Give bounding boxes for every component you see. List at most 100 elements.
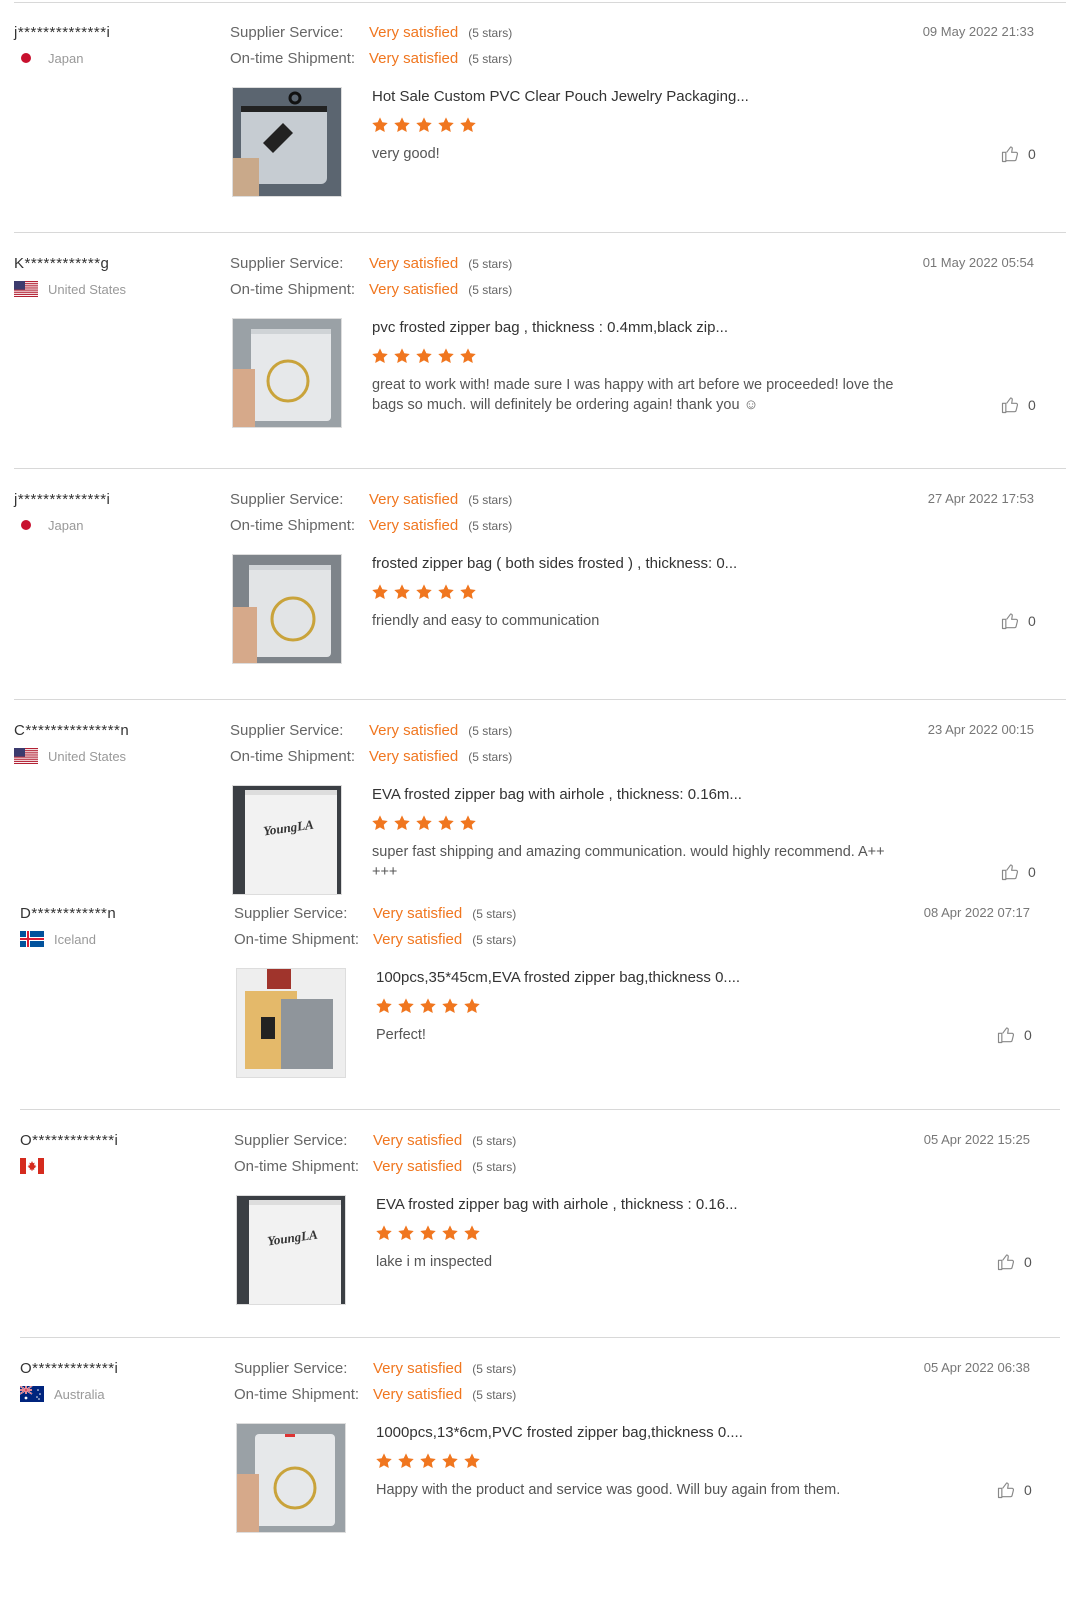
like-button[interactable]: 0 <box>996 1025 1032 1045</box>
star-icon <box>437 347 455 365</box>
review-comment: super fast shipping and amazing communic… <box>372 844 885 880</box>
star-icon <box>459 347 477 365</box>
star-icon <box>419 997 437 1015</box>
like-button[interactable]: 0 <box>1000 611 1036 631</box>
product-title-link[interactable]: EVA frosted zipper bag with airhole , th… <box>376 1196 738 1213</box>
on-time-shipment-row: On-time Shipment: Very satisfied (5 star… <box>230 50 512 67</box>
product-thumbnail[interactable] <box>232 554 342 664</box>
product-title-link[interactable]: EVA frosted zipper bag with airhole , th… <box>372 786 742 803</box>
thumbs-up-icon <box>996 1025 1024 1045</box>
star-icon <box>441 1224 459 1242</box>
on-time-shipment-row: On-time Shipment: Very satisfied (5 star… <box>234 931 516 948</box>
on-time-shipment-row: On-time Shipment: Very satisfied (5 star… <box>230 281 512 298</box>
product-title-link[interactable]: frosted zipper bag ( both sides frosted … <box>372 555 737 572</box>
product-thumbnail[interactable]: YoungLA <box>236 1195 346 1305</box>
on-time-shipment-row: On-time Shipment: Very satisfied (5 star… <box>234 1158 516 1175</box>
like-count: 0 <box>1028 146 1036 162</box>
star-rating <box>371 814 477 832</box>
supplier-service-stars: (5 stars) <box>472 1134 517 1148</box>
buyer-country: Iceland <box>20 931 96 947</box>
on-time-shipment-stars: (5 stars) <box>472 1388 517 1402</box>
iceland-flag-icon <box>20 931 44 947</box>
review-comment: great to work with! made sure I was happ… <box>372 377 894 413</box>
on-time-shipment-label: On-time Shipment: <box>230 281 356 298</box>
on-time-shipment-stars: (5 stars) <box>468 52 513 66</box>
supplier-service-stars: (5 stars) <box>468 493 513 507</box>
on-time-shipment-value: Very satisfied <box>369 517 459 534</box>
on-time-shipment-value: Very satisfied <box>373 1386 463 1403</box>
product-title-link[interactable]: pvc frosted zipper bag , thickness : 0.4… <box>372 319 728 336</box>
supplier-service-value: Very satisfied <box>369 255 459 272</box>
supplier-service-row: Supplier Service: Very satisfied (5 star… <box>234 1132 516 1149</box>
product-title-link[interactable]: 1000pcs,13*6cm,PVC frosted zipper bag,th… <box>376 1424 743 1441</box>
thumbs-up-icon <box>1000 611 1028 631</box>
like-button[interactable]: 0 <box>1000 395 1036 415</box>
star-icon <box>437 583 455 601</box>
supplier-service-value: Very satisfied <box>369 722 459 739</box>
star-icon <box>397 1224 415 1242</box>
like-button[interactable]: 0 <box>1000 144 1036 164</box>
product-thumbnail[interactable]: YoungLA <box>232 785 342 895</box>
star-icon <box>463 1224 481 1242</box>
supplier-service-row: Supplier Service: Very satisfied (5 star… <box>234 905 516 922</box>
product-thumbnail[interactable] <box>236 968 346 1078</box>
supplier-service-value: Very satisfied <box>369 24 459 41</box>
product-title-link[interactable]: 100pcs,35*45cm,EVA frosted zipper bag,th… <box>376 969 740 986</box>
buyer-country: United States <box>14 281 126 297</box>
buyer-name: K************g <box>14 255 110 272</box>
on-time-shipment-label: On-time Shipment: <box>234 1158 360 1175</box>
buyer-name: j**************i <box>14 24 111 41</box>
buyer-name: C***************n <box>14 722 130 739</box>
star-icon <box>375 997 393 1015</box>
product-thumbnail[interactable] <box>232 318 342 428</box>
supplier-service-label: Supplier Service: <box>230 255 344 272</box>
star-icon <box>459 116 477 134</box>
review-divider <box>14 2 1066 3</box>
like-button[interactable]: 0 <box>996 1252 1032 1272</box>
star-icon <box>437 814 455 832</box>
supplier-service-label: Supplier Service: <box>230 24 344 41</box>
product-thumbnail[interactable] <box>236 1423 346 1533</box>
supplier-service-row: Supplier Service: Very satisfied (5 star… <box>230 722 512 739</box>
star-icon <box>419 1452 437 1470</box>
star-icon <box>415 814 433 832</box>
on-time-shipment-label: On-time Shipment: <box>234 1386 360 1403</box>
star-rating <box>371 583 477 601</box>
supplier-service-stars: (5 stars) <box>468 724 513 738</box>
star-icon <box>375 1224 393 1242</box>
on-time-shipment-value: Very satisfied <box>373 931 463 948</box>
on-time-shipment-row: On-time Shipment: Very satisfied (5 star… <box>230 517 512 534</box>
supplier-service-stars: (5 stars) <box>468 257 513 271</box>
star-icon <box>393 814 411 832</box>
star-icon <box>397 1452 415 1470</box>
review-date: 05 Apr 2022 15:25 <box>923 1132 1030 1147</box>
supplier-service-label: Supplier Service: <box>234 1360 348 1377</box>
buyer-name: O*************i <box>20 1360 119 1377</box>
product-thumbnail[interactable] <box>232 87 342 197</box>
supplier-service-row: Supplier Service: Very satisfied (5 star… <box>234 1360 516 1377</box>
country-name: Australia <box>54 1386 105 1402</box>
star-icon <box>371 583 389 601</box>
like-count: 0 <box>1028 864 1036 880</box>
star-icon <box>371 814 389 832</box>
review-divider <box>20 1109 1060 1110</box>
thumbs-up-icon <box>1000 395 1028 415</box>
review-divider <box>20 1337 1060 1338</box>
supplier-service-row: Supplier Service: Very satisfied (5 star… <box>230 255 512 272</box>
like-button[interactable]: 0 <box>1000 862 1036 882</box>
star-icon <box>393 116 411 134</box>
on-time-shipment-row: On-time Shipment: Very satisfied (5 star… <box>234 1386 516 1403</box>
product-title-link[interactable]: Hot Sale Custom PVC Clear Pouch Jewelry … <box>372 88 749 105</box>
review-comment: Perfect! <box>376 1027 426 1043</box>
on-time-shipment-row: On-time Shipment: Very satisfied (5 star… <box>230 748 512 765</box>
us-flag-icon <box>14 281 38 297</box>
review-divider <box>14 699 1066 700</box>
like-button[interactable]: 0 <box>996 1480 1032 1500</box>
country-name: Japan <box>48 517 84 533</box>
star-rating <box>371 116 477 134</box>
star-icon <box>397 997 415 1015</box>
star-icon <box>419 1224 437 1242</box>
on-time-shipment-label: On-time Shipment: <box>230 517 356 534</box>
on-time-shipment-stars: (5 stars) <box>468 519 513 533</box>
supplier-service-label: Supplier Service: <box>234 905 348 922</box>
